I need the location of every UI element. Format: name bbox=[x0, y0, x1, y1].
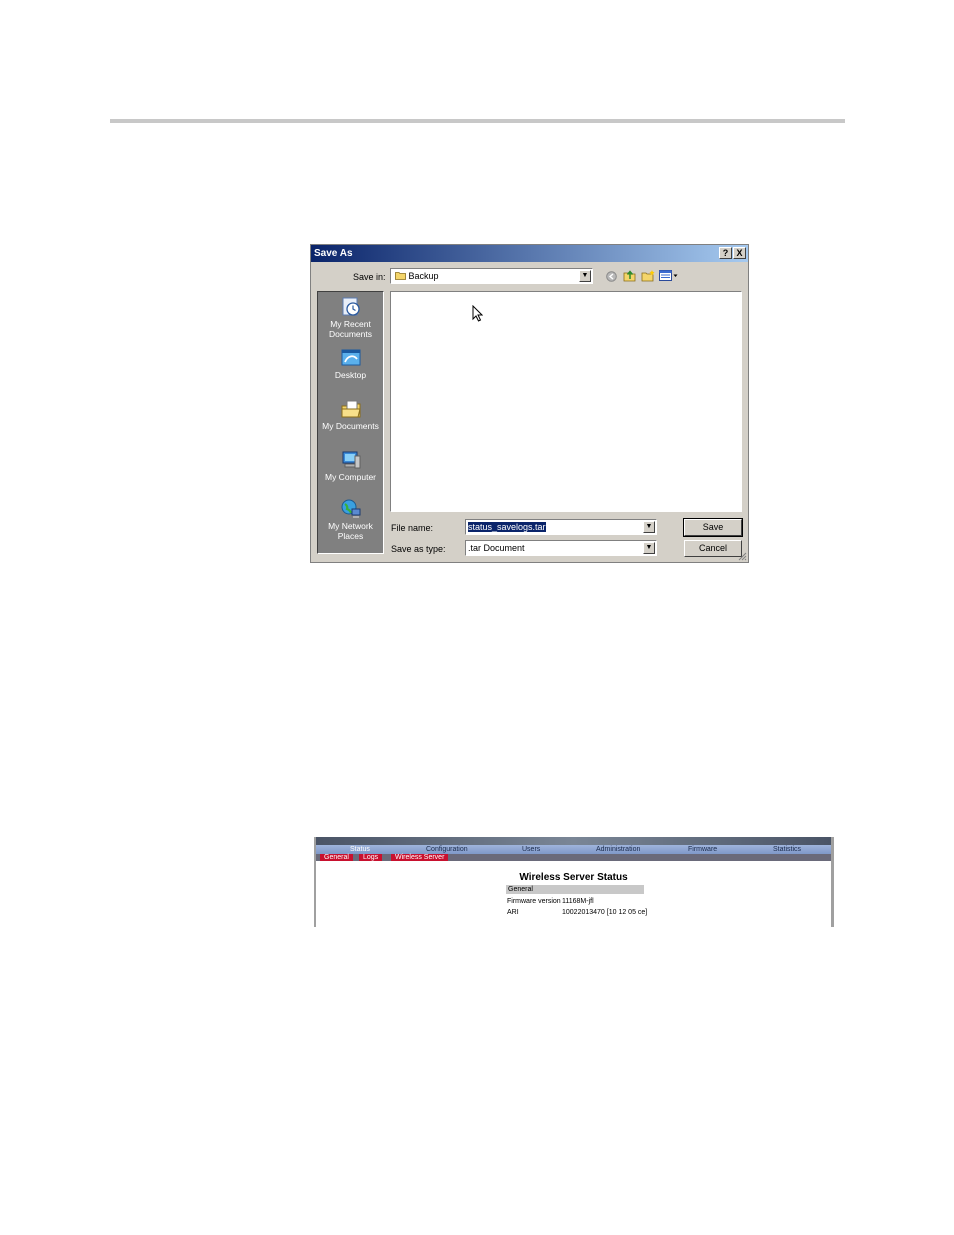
help-button[interactable]: ? bbox=[719, 247, 732, 259]
status-heading: Wireless Server Status bbox=[519, 872, 628, 883]
place-my-computer[interactable]: My Computer bbox=[318, 449, 383, 482]
row-label-ari: ARI bbox=[507, 909, 519, 916]
nav-administration[interactable]: Administration bbox=[596, 845, 640, 854]
sub-nav: General Logs Wireless Server bbox=[316, 854, 831, 861]
chevron-down-icon[interactable]: ▼ bbox=[643, 542, 655, 554]
place-network-places[interactable]: My Network Places bbox=[318, 498, 383, 541]
save-in-value: Backup bbox=[408, 271, 439, 281]
places-bar: My Recent Documents Desktop My Documents… bbox=[317, 291, 384, 554]
save-as-dialog: Save As ? X Save in: Backup ▼ My Recent … bbox=[310, 244, 749, 563]
chevron-down-icon[interactable]: ▼ bbox=[579, 270, 591, 282]
nav-firmware[interactable]: Firmware bbox=[688, 845, 717, 854]
nav-statistics[interactable]: Statistics bbox=[773, 845, 801, 854]
recent-documents-icon bbox=[342, 297, 360, 316]
subnav-general[interactable]: General bbox=[320, 854, 353, 861]
place-label-my-documents: My Documents bbox=[322, 421, 379, 431]
file-name-field[interactable]: status_savelogs.tar ▼ bbox=[465, 519, 657, 535]
subnav-wireless-server[interactable]: Wireless Server bbox=[391, 854, 449, 861]
file-name-value: status_savelogs.tar bbox=[468, 522, 546, 532]
my-computer-icon bbox=[342, 451, 360, 469]
place-my-documents[interactable]: My Documents bbox=[318, 398, 383, 431]
desktop-icon bbox=[341, 349, 360, 366]
save-in-combo[interactable]: Backup ▼ bbox=[390, 268, 593, 284]
nav-configuration[interactable]: Configuration bbox=[426, 845, 468, 854]
save-type-select[interactable]: .tar Document ▼ bbox=[465, 540, 657, 556]
section-header: General bbox=[506, 885, 644, 894]
cancel-button[interactable]: Cancel bbox=[684, 540, 742, 557]
place-label-my-computer: My Computer bbox=[324, 472, 376, 482]
place-desktop[interactable]: Desktop bbox=[318, 347, 383, 380]
mouse-cursor-icon bbox=[472, 305, 483, 322]
nav-users[interactable]: Users bbox=[522, 845, 540, 854]
folder-icon bbox=[395, 272, 406, 280]
place-label-desktop: Desktop bbox=[334, 370, 367, 380]
save-type-value: .tar Document bbox=[468, 543, 525, 553]
dialog-title-bar[interactable]: Save As ? X bbox=[311, 245, 748, 262]
status-page-screenshot: Status Configuration Users Administratio… bbox=[314, 837, 834, 927]
row-value-ari: 10022013470 [10 12 05 ce] bbox=[562, 909, 648, 916]
row-value-firmware: 11168M-jfl bbox=[562, 898, 594, 905]
main-nav: Status Configuration Users Administratio… bbox=[316, 845, 831, 854]
place-recent-documents[interactable]: My Recent Documents bbox=[318, 296, 383, 339]
header-rule bbox=[110, 119, 845, 123]
save-in-label: Save in: bbox=[353, 272, 386, 282]
back-icon[interactable] bbox=[606, 271, 617, 282]
place-label-recent: My Recent Documents bbox=[329, 319, 372, 339]
my-documents-icon bbox=[341, 400, 361, 418]
file-list[interactable] bbox=[390, 291, 742, 512]
nav-status[interactable]: Status bbox=[350, 845, 370, 854]
save-type-label: Save as type: bbox=[391, 544, 446, 554]
place-label-network: My Network Places bbox=[328, 521, 373, 541]
subnav-logs[interactable]: Logs bbox=[359, 854, 383, 861]
up-folder-icon[interactable] bbox=[623, 269, 636, 282]
resize-grip-icon[interactable] bbox=[737, 551, 747, 561]
view-menu-icon[interactable] bbox=[659, 270, 679, 281]
close-button[interactable]: X bbox=[733, 247, 746, 259]
new-folder-icon[interactable] bbox=[641, 269, 655, 282]
network-places-icon bbox=[341, 499, 360, 518]
banner bbox=[316, 837, 831, 845]
row-label-firmware: Firmware version bbox=[507, 898, 561, 905]
chevron-down-icon[interactable]: ▼ bbox=[643, 521, 655, 533]
file-name-label: File name: bbox=[391, 523, 434, 533]
dialog-title: Save As bbox=[314, 248, 353, 259]
save-button[interactable]: Save bbox=[683, 518, 743, 537]
